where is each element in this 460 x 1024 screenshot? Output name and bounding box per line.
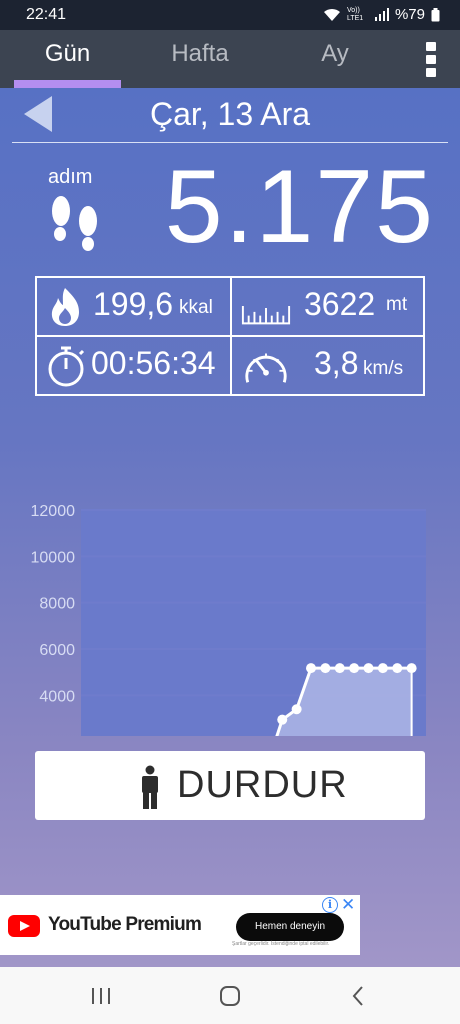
ad-info-icon[interactable]: i: [322, 897, 338, 913]
duration-value: 00:56:34: [91, 345, 216, 381]
steps-label: adım: [48, 166, 93, 188]
tab-bar: Gün Hafta Ay: [0, 30, 460, 88]
chart-data-point: [306, 663, 316, 674]
chart-y-tick-label: 4000: [39, 688, 75, 705]
hourly-steps-chart: 2000400060008000100001200024681012141618…: [31, 503, 426, 736]
chart-y-tick-label: 8000: [39, 596, 75, 613]
flame-icon: [51, 288, 79, 326]
calories-stat: 199,6 kkal: [37, 278, 230, 335]
ad-banner[interactable]: YouTube Premium Hemen deneyin Şartlar ge…: [0, 895, 360, 955]
chart-data-point: [277, 714, 288, 725]
ad-brand: YouTube Premium: [48, 914, 202, 935]
ad-fine-print: Şartlar geçerlidir. İstendiğinde iptal e…: [232, 941, 330, 947]
battery-level: %79: [394, 6, 425, 23]
distance-unit: mt: [386, 294, 408, 315]
chart-data-point: [392, 663, 403, 674]
ad-close-icon[interactable]: ✕: [341, 895, 355, 915]
youtube-logo-icon: [8, 915, 40, 937]
status-time: 22:41: [26, 6, 67, 23]
previous-day-arrow-icon[interactable]: [24, 96, 54, 132]
divider: [12, 142, 448, 143]
day-view: Çar, 13 Ara adım 5.175 199,6 kkal 3622 m…: [0, 88, 460, 967]
speed-stat: 3,8 km/s: [232, 337, 425, 394]
chart-y-tick-label: 2000: [39, 735, 75, 736]
footprints-icon: [52, 196, 97, 251]
speed-value: 3,8: [314, 345, 359, 381]
tab-day-label: Gün: [44, 40, 91, 67]
tab-active-indicator: [14, 80, 121, 88]
stop-button[interactable]: DURDUR: [35, 751, 425, 820]
chart-data-point: [334, 663, 345, 674]
date-label: Çar, 13 Ara: [149, 96, 311, 132]
calories-unit: kkal: [179, 297, 213, 318]
tab-month-label: Ay: [321, 40, 349, 67]
speedometer-icon: [245, 353, 287, 383]
ruler-icon: [241, 306, 291, 325]
signal-icon: [374, 8, 389, 21]
ad-cta-button[interactable]: Hemen deneyin: [236, 913, 344, 941]
speed-unit: km/s: [363, 358, 404, 379]
chart-data-point: [363, 663, 374, 674]
status-bar: 22:41 Vo)) LTE1 %79: [0, 0, 460, 30]
back-icon[interactable]: [346, 983, 372, 1009]
stop-button-label: DURDUR: [177, 764, 348, 806]
stopwatch-icon: [48, 346, 85, 387]
distance-value: 3622: [304, 286, 376, 322]
chart-data-point: [406, 663, 417, 674]
battery-icon: [431, 7, 440, 21]
wifi-icon: [323, 8, 340, 21]
home-icon[interactable]: [217, 983, 243, 1009]
stats-grid: 199,6 kkal 3622 mt 00:56:34 3,8 km/s: [35, 276, 425, 396]
tab-month[interactable]: Ay: [300, 30, 370, 88]
duration-stat: 00:56:34: [37, 337, 230, 394]
chart-y-tick-label: 12000: [31, 503, 76, 520]
chart-data-point: [377, 663, 388, 674]
chart-y-tick-label: 6000: [39, 642, 75, 659]
calories-value: 199,6: [93, 286, 174, 322]
step-count: 5.175: [164, 149, 435, 265]
tab-week-label: Hafta: [171, 40, 229, 67]
chart-data-point: [320, 663, 331, 674]
more-options-icon[interactable]: [420, 40, 442, 78]
chart-data-point: [291, 704, 302, 715]
tab-day[interactable]: Gün: [14, 30, 121, 88]
status-icons: Vo)) LTE1 %79: [323, 6, 440, 23]
network-indicator: Vo)) LTE1: [346, 6, 364, 22]
distance-stat: 3622 mt: [232, 278, 425, 335]
person-icon: [142, 765, 158, 809]
chart-y-tick-label: 10000: [31, 549, 76, 566]
system-nav-bar: [0, 967, 460, 1024]
chart-data-point: [349, 663, 360, 674]
recent-apps-icon[interactable]: [88, 983, 114, 1009]
date-navigation: Çar, 13 Ara: [0, 88, 460, 140]
tab-week[interactable]: Hafta: [150, 30, 250, 88]
